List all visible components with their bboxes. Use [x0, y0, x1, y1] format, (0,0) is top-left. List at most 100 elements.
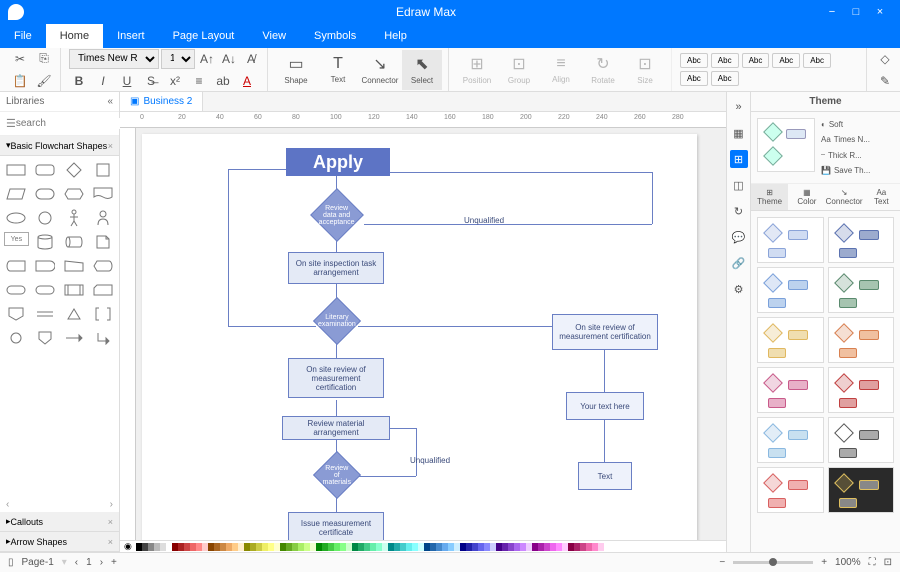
shape-card[interactable] — [90, 280, 115, 300]
shape-storage[interactable] — [4, 256, 29, 276]
page-add-icon[interactable]: + — [111, 557, 117, 568]
shape-display[interactable] — [90, 256, 115, 276]
shape-tool[interactable]: ▭Shape — [276, 50, 316, 90]
fullscreen-icon[interactable]: ⊡ — [884, 557, 892, 568]
theme-preset[interactable] — [757, 267, 824, 313]
node-apply[interactable]: Apply — [286, 148, 390, 176]
shape-circle[interactable] — [33, 208, 58, 228]
clear-format-icon[interactable]: A̸ — [241, 49, 261, 69]
menu-symbols[interactable]: Symbols — [300, 24, 370, 48]
menu-page-layout[interactable]: Page Layout — [159, 24, 249, 48]
underline-icon[interactable]: U — [117, 71, 137, 91]
zoom-in-icon[interactable]: + — [821, 557, 827, 568]
shape-connector[interactable] — [4, 328, 29, 348]
shape-actor[interactable] — [62, 208, 87, 228]
shapes-next-icon[interactable]: › — [110, 499, 113, 510]
tab-color[interactable]: ▦Color — [788, 184, 825, 210]
node-literary-exam[interactable]: Literary examination — [313, 297, 361, 345]
shape-rect[interactable] — [4, 160, 29, 180]
node-text[interactable]: Text — [578, 462, 632, 490]
shape-terminator[interactable] — [33, 184, 58, 204]
font-family-select[interactable]: Times New Roman — [69, 49, 159, 69]
shape-person[interactable] — [90, 208, 115, 228]
shape-note[interactable] — [90, 232, 115, 252]
style-preset[interactable]: Abc — [680, 71, 708, 86]
color-swatch[interactable] — [598, 543, 604, 551]
expand-icon[interactable]: » — [730, 98, 748, 116]
theme-preset[interactable] — [828, 467, 895, 513]
format-painter-icon[interactable]: 🖌 — [34, 71, 54, 91]
node-review-data[interactable]: Review data and acceptance — [310, 188, 364, 242]
libraries-collapse-icon[interactable]: « — [107, 96, 113, 107]
theme-preset[interactable] — [757, 467, 824, 513]
settings-icon[interactable]: ⚙ — [730, 280, 748, 298]
section-arrow-shapes[interactable]: ▸ Arrow Shapes× — [0, 532, 119, 552]
tab-connector[interactable]: ↘Connector — [826, 184, 863, 210]
canvas[interactable]: Unqualified Unqualified Apply Review dat… — [136, 128, 726, 540]
comment-icon[interactable]: 💬 — [730, 228, 748, 246]
theme-preset[interactable] — [757, 317, 824, 363]
opt-font[interactable]: AaTimes N... — [819, 133, 894, 146]
shape-hexagon[interactable] — [62, 184, 87, 204]
section-close-icon[interactable]: × — [108, 537, 113, 547]
shape-offpage[interactable] — [4, 304, 29, 324]
superscript-icon[interactable]: x² — [165, 71, 185, 91]
node-onsite-review[interactable]: On site review of measurement certificat… — [288, 358, 384, 398]
opt-soft[interactable]: ◐Soft — [819, 118, 894, 131]
section-basic-flowchart[interactable]: ▾ Basic Flowchart Shapes× — [0, 136, 119, 156]
zoom-out-icon[interactable]: − — [719, 557, 725, 568]
menu-help[interactable]: Help — [370, 24, 421, 48]
shape-diamond[interactable] — [62, 160, 87, 180]
tab-text[interactable]: AaText — [863, 184, 900, 210]
pen-icon[interactable]: ✎ — [875, 71, 895, 91]
close-button[interactable]: × — [868, 6, 892, 18]
theme-preset[interactable] — [828, 267, 895, 313]
page-label[interactable]: Page-1 — [22, 557, 54, 568]
theme-preset[interactable] — [828, 417, 895, 463]
link-icon[interactable]: 🔗 — [730, 254, 748, 272]
node-inspection-task[interactable]: On site inspection task arrangement — [288, 252, 384, 284]
section-callouts[interactable]: ▸ Callouts× — [0, 512, 119, 532]
shape-manual[interactable] — [62, 256, 87, 276]
copy-icon[interactable]: ⎘ — [34, 49, 54, 69]
select-tool[interactable]: ⬉Select — [402, 50, 442, 90]
node-issue-cert[interactable]: Issue measurement certificate — [288, 512, 384, 540]
node-your-text[interactable]: Your text here — [566, 392, 644, 420]
section-close-icon[interactable]: × — [108, 141, 113, 151]
shape-cylinder[interactable] — [33, 232, 58, 252]
shape-shield[interactable] — [33, 328, 58, 348]
shape-triangle[interactable] — [62, 304, 87, 324]
theme-preset[interactable] — [828, 367, 895, 413]
shapes-prev-icon[interactable]: ‹ — [6, 499, 9, 510]
shape-ellipse[interactable] — [4, 208, 29, 228]
menu-view[interactable]: View — [248, 24, 300, 48]
style-preset[interactable]: Abc — [742, 53, 770, 68]
style-preset[interactable]: Abc — [803, 53, 831, 68]
shape-square[interactable] — [90, 160, 115, 180]
library-menu-icon[interactable]: ☰ — [6, 117, 16, 130]
fit-page-icon[interactable]: ⛶ — [869, 557, 876, 568]
style-preset[interactable]: Abc — [772, 53, 800, 68]
menu-insert[interactable]: Insert — [103, 24, 159, 48]
page-setup-icon[interactable]: ▦ — [730, 124, 748, 142]
italic-icon[interactable]: I — [93, 71, 113, 91]
shape-yes[interactable]: Yes — [4, 232, 29, 246]
color-dropper-icon[interactable]: ◉ — [124, 541, 132, 552]
font-color-icon[interactable]: A — [237, 71, 257, 91]
history-icon[interactable]: ↻ — [730, 202, 748, 220]
page-next-icon[interactable]: › — [100, 557, 103, 568]
minimize-button[interactable]: − — [820, 6, 844, 18]
maximize-button[interactable]: □ — [844, 6, 868, 18]
theme-icon[interactable]: ⊞ — [730, 150, 748, 168]
text-tool[interactable]: TText — [318, 50, 358, 90]
strike-icon[interactable]: S̶ — [141, 71, 161, 91]
style-preset[interactable]: Abc — [711, 53, 739, 68]
theme-preset[interactable] — [828, 317, 895, 363]
menu-home[interactable]: Home — [46, 24, 103, 48]
theme-preset[interactable] — [757, 417, 824, 463]
theme-preset[interactable] — [757, 367, 824, 413]
shape-document[interactable] — [90, 184, 115, 204]
tab-theme[interactable]: ⊞Theme — [751, 184, 788, 210]
bullets-icon[interactable]: ≡ — [189, 71, 209, 91]
section-close-icon[interactable]: × — [108, 517, 113, 527]
